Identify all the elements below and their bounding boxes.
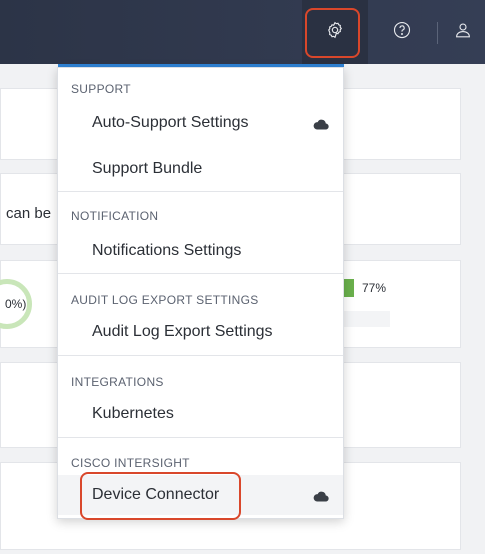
menu-divider bbox=[58, 437, 343, 438]
help-button[interactable] bbox=[380, 0, 424, 64]
cloud-icon bbox=[313, 117, 329, 135]
menu-item-label: Auto-Support Settings bbox=[92, 114, 249, 131]
menu-divider bbox=[58, 191, 343, 192]
device-connector-highlight-outline bbox=[80, 472, 241, 520]
section-header-cisco-intersight: CISCO INTERSIGHT bbox=[71, 456, 190, 470]
user-icon bbox=[454, 21, 472, 44]
menu-divider bbox=[58, 273, 343, 274]
progress-bar-track bbox=[344, 311, 390, 327]
help-icon bbox=[393, 21, 411, 44]
progress-bar-percent: 77% bbox=[362, 281, 387, 295]
menu-item-auto-support-settings[interactable]: Auto-Support Settings bbox=[58, 106, 343, 140]
progress-bar-fill bbox=[344, 279, 354, 297]
progress-ring-value: 0%) bbox=[5, 297, 27, 311]
section-header-integrations: INTEGRATIONS bbox=[71, 375, 164, 389]
background-partial-text: can be bbox=[6, 205, 52, 222]
cloud-icon bbox=[313, 489, 329, 507]
menu-item-audit-log-export-settings[interactable]: Audit Log Export Settings bbox=[58, 315, 343, 349]
menu-item-label: Kubernetes bbox=[92, 405, 174, 422]
topbar-divider bbox=[437, 22, 438, 44]
section-header-notification: NOTIFICATION bbox=[71, 209, 159, 223]
menu-item-label: Support Bundle bbox=[92, 160, 203, 177]
menu-item-label: Audit Log Export Settings bbox=[92, 323, 273, 340]
menu-item-notifications-settings[interactable]: Notifications Settings bbox=[58, 234, 343, 268]
top-navigation-bar bbox=[0, 0, 485, 64]
section-header-support: SUPPORT bbox=[71, 82, 131, 96]
settings-highlight-outline bbox=[305, 8, 360, 58]
menu-item-label: Notifications Settings bbox=[92, 242, 242, 259]
menu-divider bbox=[58, 355, 343, 356]
menu-item-kubernetes[interactable]: Kubernetes bbox=[58, 397, 343, 431]
section-header-audit-log-export-settings: AUDIT LOG EXPORT SETTINGS bbox=[71, 293, 259, 307]
user-menu-button[interactable] bbox=[440, 0, 485, 64]
settings-dropdown-menu: SUPPORT Auto-Support Settings Support Bu… bbox=[57, 67, 344, 519]
menu-item-support-bundle[interactable]: Support Bundle bbox=[58, 152, 343, 186]
